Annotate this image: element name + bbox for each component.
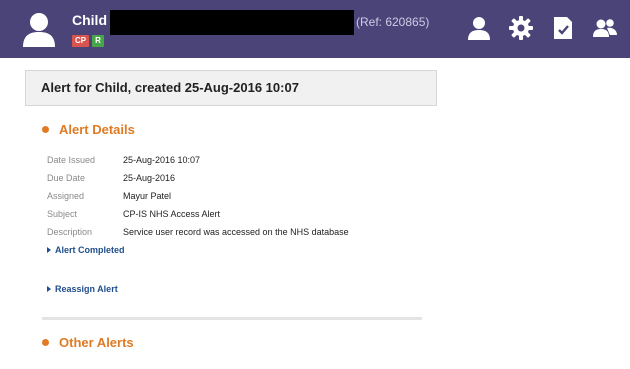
- detail-value: Service user record was accessed on the …: [123, 227, 349, 237]
- detail-value: Mayur Patel: [123, 191, 172, 201]
- alert-title-box: Alert for Child, created 25-Aug-2016 10:…: [25, 70, 437, 106]
- app-header: Child CP R (Ref: 620865): [0, 0, 630, 58]
- reference-number: (Ref: 620865): [356, 15, 430, 29]
- gear-icon[interactable]: [508, 15, 534, 41]
- child-avatar-icon: [23, 13, 55, 47]
- detail-label: Assigned: [47, 191, 85, 201]
- reassign-alert-link[interactable]: Reassign Alert: [47, 284, 118, 294]
- alert-details-label: Alert Details: [59, 122, 135, 137]
- alert-completed-link[interactable]: Alert Completed: [47, 245, 125, 255]
- detail-row-due-date: Due Date 25-Aug-2016: [47, 169, 349, 187]
- detail-value: 25-Aug-2016 10:07: [123, 155, 201, 165]
- detail-row-subject: Subject CP-IS NHS Access Alert: [47, 205, 349, 223]
- child-name: Child: [72, 12, 107, 28]
- detail-value: CP-IS NHS Access Alert: [123, 209, 221, 219]
- alert-completed-label: Alert Completed: [55, 245, 125, 255]
- page-title: Alert for Child, created 25-Aug-2016 10:…: [41, 80, 299, 95]
- detail-row-description: Description Service user record was acces…: [47, 223, 349, 241]
- group-icon[interactable]: [592, 15, 618, 41]
- document-icon[interactable]: [550, 15, 576, 41]
- details-list: Date Issued 25-Aug-2016 10:07 Due Date 25-…: [47, 151, 349, 241]
- redacted-name: [110, 10, 354, 35]
- detail-value: 25-Aug-2016: [123, 173, 176, 183]
- person-icon[interactable]: [466, 15, 492, 41]
- alert-details-heading: Alert Details: [42, 122, 135, 137]
- other-alerts-heading: Other Alerts: [42, 335, 134, 350]
- other-alerts-label: Other Alerts: [59, 335, 134, 350]
- detail-label: Date Issued: [47, 155, 96, 165]
- cp-badge: CP: [72, 35, 89, 47]
- expand-arrow-icon: [47, 285, 51, 292]
- detail-row-assigned: Assigned Mayur Patel: [47, 187, 349, 205]
- detail-label: Subject: [47, 209, 78, 219]
- detail-label: Due Date: [47, 173, 86, 183]
- reassign-alert-label: Reassign Alert: [55, 284, 118, 294]
- bullet-icon: [42, 126, 49, 134]
- r-badge: R: [92, 35, 104, 47]
- detail-row-date-issued: Date Issued 25-Aug-2016 10:07: [47, 151, 349, 169]
- section-divider: [42, 317, 422, 320]
- expand-arrow-icon: [47, 246, 51, 253]
- bullet-icon: [42, 339, 49, 347]
- detail-label: Description: [47, 227, 93, 237]
